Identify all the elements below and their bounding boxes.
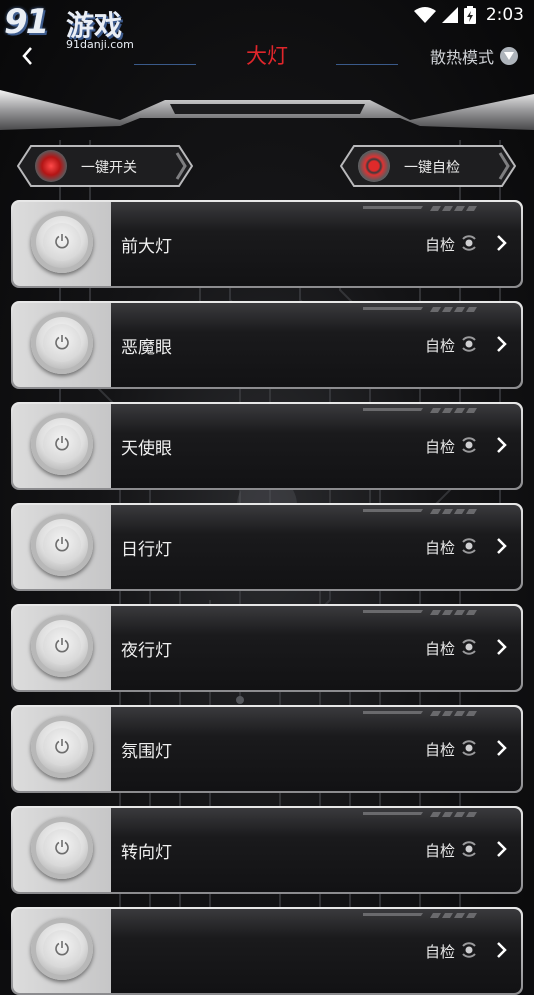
chevron-right-icon bbox=[497, 538, 507, 554]
self-check-icon bbox=[462, 538, 476, 554]
row-decoration-stripes bbox=[363, 812, 477, 817]
chevron-right-icon bbox=[497, 942, 507, 958]
signal-icon bbox=[441, 7, 458, 23]
self-check-label: 自检 bbox=[425, 640, 456, 658]
power-icon bbox=[55, 436, 69, 451]
power-toggle[interactable] bbox=[31, 716, 93, 778]
self-check-icon bbox=[462, 437, 476, 453]
chevron-right-icon bbox=[497, 235, 507, 251]
light-row[interactable]: 前大灯 自检 bbox=[11, 200, 523, 288]
light-row[interactable]: 转向灯 自检 bbox=[11, 806, 523, 894]
row-decoration-stripes bbox=[363, 913, 477, 918]
row-decoration-stripes bbox=[363, 711, 477, 716]
light-name: 恶魔眼 bbox=[121, 338, 172, 358]
power-icon bbox=[55, 234, 69, 249]
self-check-icon bbox=[462, 235, 476, 251]
title-divider-right bbox=[336, 64, 398, 65]
light-row[interactable]: 日行灯 自检 bbox=[11, 503, 523, 591]
chevron-right-icon bbox=[497, 841, 507, 857]
power-toggle[interactable] bbox=[31, 817, 93, 879]
power-icon bbox=[55, 335, 69, 350]
power-toggle[interactable] bbox=[31, 918, 93, 980]
power-toggle[interactable] bbox=[31, 514, 93, 576]
self-check-icon bbox=[462, 639, 476, 655]
light-name: 天使眼 bbox=[121, 439, 172, 459]
one-key-selfcheck-button[interactable]: 一键自检 bbox=[340, 145, 516, 187]
power-icon bbox=[55, 840, 69, 855]
light-row[interactable]: 氛围灯 自检 bbox=[11, 705, 523, 793]
one-key-switch-button[interactable]: 一键开关 bbox=[17, 145, 193, 187]
row-decoration-stripes bbox=[363, 610, 477, 615]
battery-icon bbox=[463, 6, 476, 24]
chevron-right-icon bbox=[497, 740, 507, 756]
self-check-icon bbox=[462, 942, 476, 958]
cooling-mode-label: 散热模式 bbox=[429, 48, 494, 67]
self-check-label: 自检 bbox=[425, 943, 456, 961]
self-check-icon bbox=[462, 336, 476, 352]
light-row[interactable]: 自检 bbox=[11, 907, 523, 995]
self-check-label: 自检 bbox=[425, 438, 456, 456]
row-decoration-stripes bbox=[363, 408, 477, 413]
self-check-label: 自检 bbox=[425, 337, 456, 355]
target-icon bbox=[358, 150, 390, 182]
self-check-icon bbox=[462, 740, 476, 756]
power-toggle[interactable] bbox=[31, 413, 93, 475]
wifi-icon bbox=[413, 7, 436, 23]
power-icon bbox=[55, 638, 69, 653]
light-name: 前大灯 bbox=[121, 237, 172, 257]
self-check-label: 自检 bbox=[425, 741, 456, 759]
light-row[interactable]: 夜行灯 自检 bbox=[11, 604, 523, 692]
self-check-icon bbox=[462, 841, 476, 857]
light-row[interactable]: 恶魔眼 自检 bbox=[11, 301, 523, 389]
power-icon bbox=[55, 537, 69, 552]
status-icons: 2:03 bbox=[413, 4, 524, 26]
chevron-right-icon bbox=[497, 639, 507, 655]
power-icon bbox=[55, 941, 69, 956]
self-check-label: 自检 bbox=[425, 842, 456, 860]
status-bar: 91 游戏 91danji.com 2:03 bbox=[0, 0, 534, 51]
self-check-label: 自检 bbox=[425, 236, 456, 254]
status-time: 2:03 bbox=[485, 5, 524, 25]
power-icon bbox=[55, 739, 69, 754]
light-row[interactable]: 天使眼 自检 bbox=[11, 402, 523, 490]
light-name: 日行灯 bbox=[121, 540, 172, 560]
power-toggle[interactable] bbox=[31, 615, 93, 677]
row-decoration-stripes bbox=[363, 509, 477, 514]
chevron-right-icon bbox=[497, 437, 507, 453]
chevron-right-icon bbox=[497, 336, 507, 352]
header: 大灯 散热模式 bbox=[0, 30, 534, 140]
light-name: 夜行灯 bbox=[121, 641, 172, 661]
light-name: 氛围灯 bbox=[121, 742, 172, 762]
power-toggle[interactable] bbox=[31, 312, 93, 374]
power-toggle[interactable] bbox=[31, 211, 93, 273]
title-divider-left bbox=[134, 64, 196, 65]
light-name: 转向灯 bbox=[121, 843, 172, 863]
row-decoration-stripes bbox=[363, 307, 477, 312]
chevron-down-icon bbox=[500, 47, 518, 65]
power-burst-icon bbox=[35, 150, 67, 182]
row-decoration-stripes bbox=[363, 206, 477, 211]
self-check-label: 自检 bbox=[425, 539, 456, 557]
one-key-selfcheck-label: 一键自检 bbox=[404, 160, 460, 176]
header-metal-frame bbox=[0, 90, 534, 130]
one-key-switch-label: 一键开关 bbox=[81, 160, 137, 176]
cooling-mode-button[interactable]: 散热模式 bbox=[430, 44, 518, 68]
